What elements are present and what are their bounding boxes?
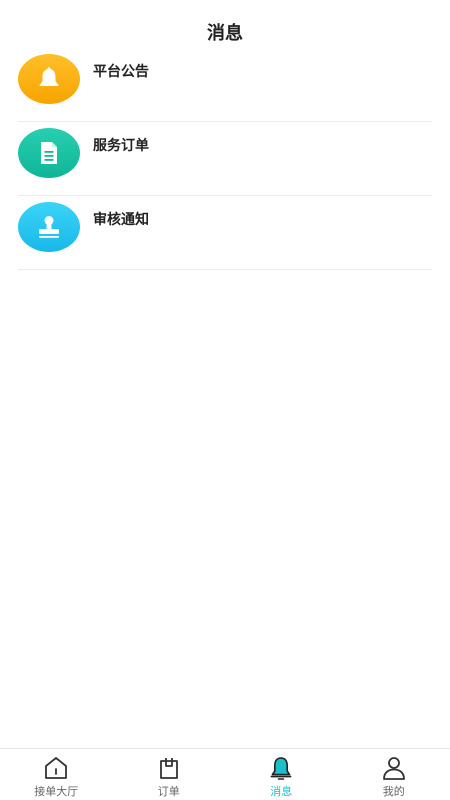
tab-label: 接单大厅 [34, 785, 79, 798]
message-item-label: 审核通知 [93, 212, 149, 228]
message-item-service-orders[interactable]: 服务订单 [18, 122, 432, 196]
message-item-label: 服务订单 [93, 138, 149, 154]
tab-order-hall[interactable]: 接单大厅 [0, 749, 113, 800]
message-item-platform-announcement[interactable]: 平台公告 [18, 48, 432, 122]
home-icon [43, 755, 69, 781]
page-title: 消息 [207, 23, 243, 44]
page-header: 消息 [0, 0, 450, 50]
message-item-review-notice[interactable]: 审核通知 [18, 196, 432, 270]
tab-mine[interactable]: 我的 [338, 749, 450, 800]
bell-icon [18, 54, 80, 104]
tab-orders[interactable]: 订单 [113, 749, 226, 800]
message-item-label: 平台公告 [93, 64, 149, 80]
tab-label: 我的 [382, 785, 405, 798]
document-icon [18, 128, 80, 178]
user-icon [381, 755, 407, 781]
tab-label: 订单 [157, 785, 180, 798]
stamp-icon [18, 202, 80, 252]
bottom-tab-bar: 接单大厅 订单 消息 我的 [0, 748, 450, 800]
message-list: 平台公告 服务订单 审核通知 [18, 48, 432, 270]
messages-page: 消息 平台公告 服务订单 审核通知 接单大厅 订单 消息 我的 [0, 0, 450, 800]
tab-label: 消息 [270, 785, 293, 798]
clipboard-icon [156, 755, 182, 781]
tab-messages[interactable]: 消息 [225, 749, 338, 800]
bell-icon [268, 755, 294, 781]
